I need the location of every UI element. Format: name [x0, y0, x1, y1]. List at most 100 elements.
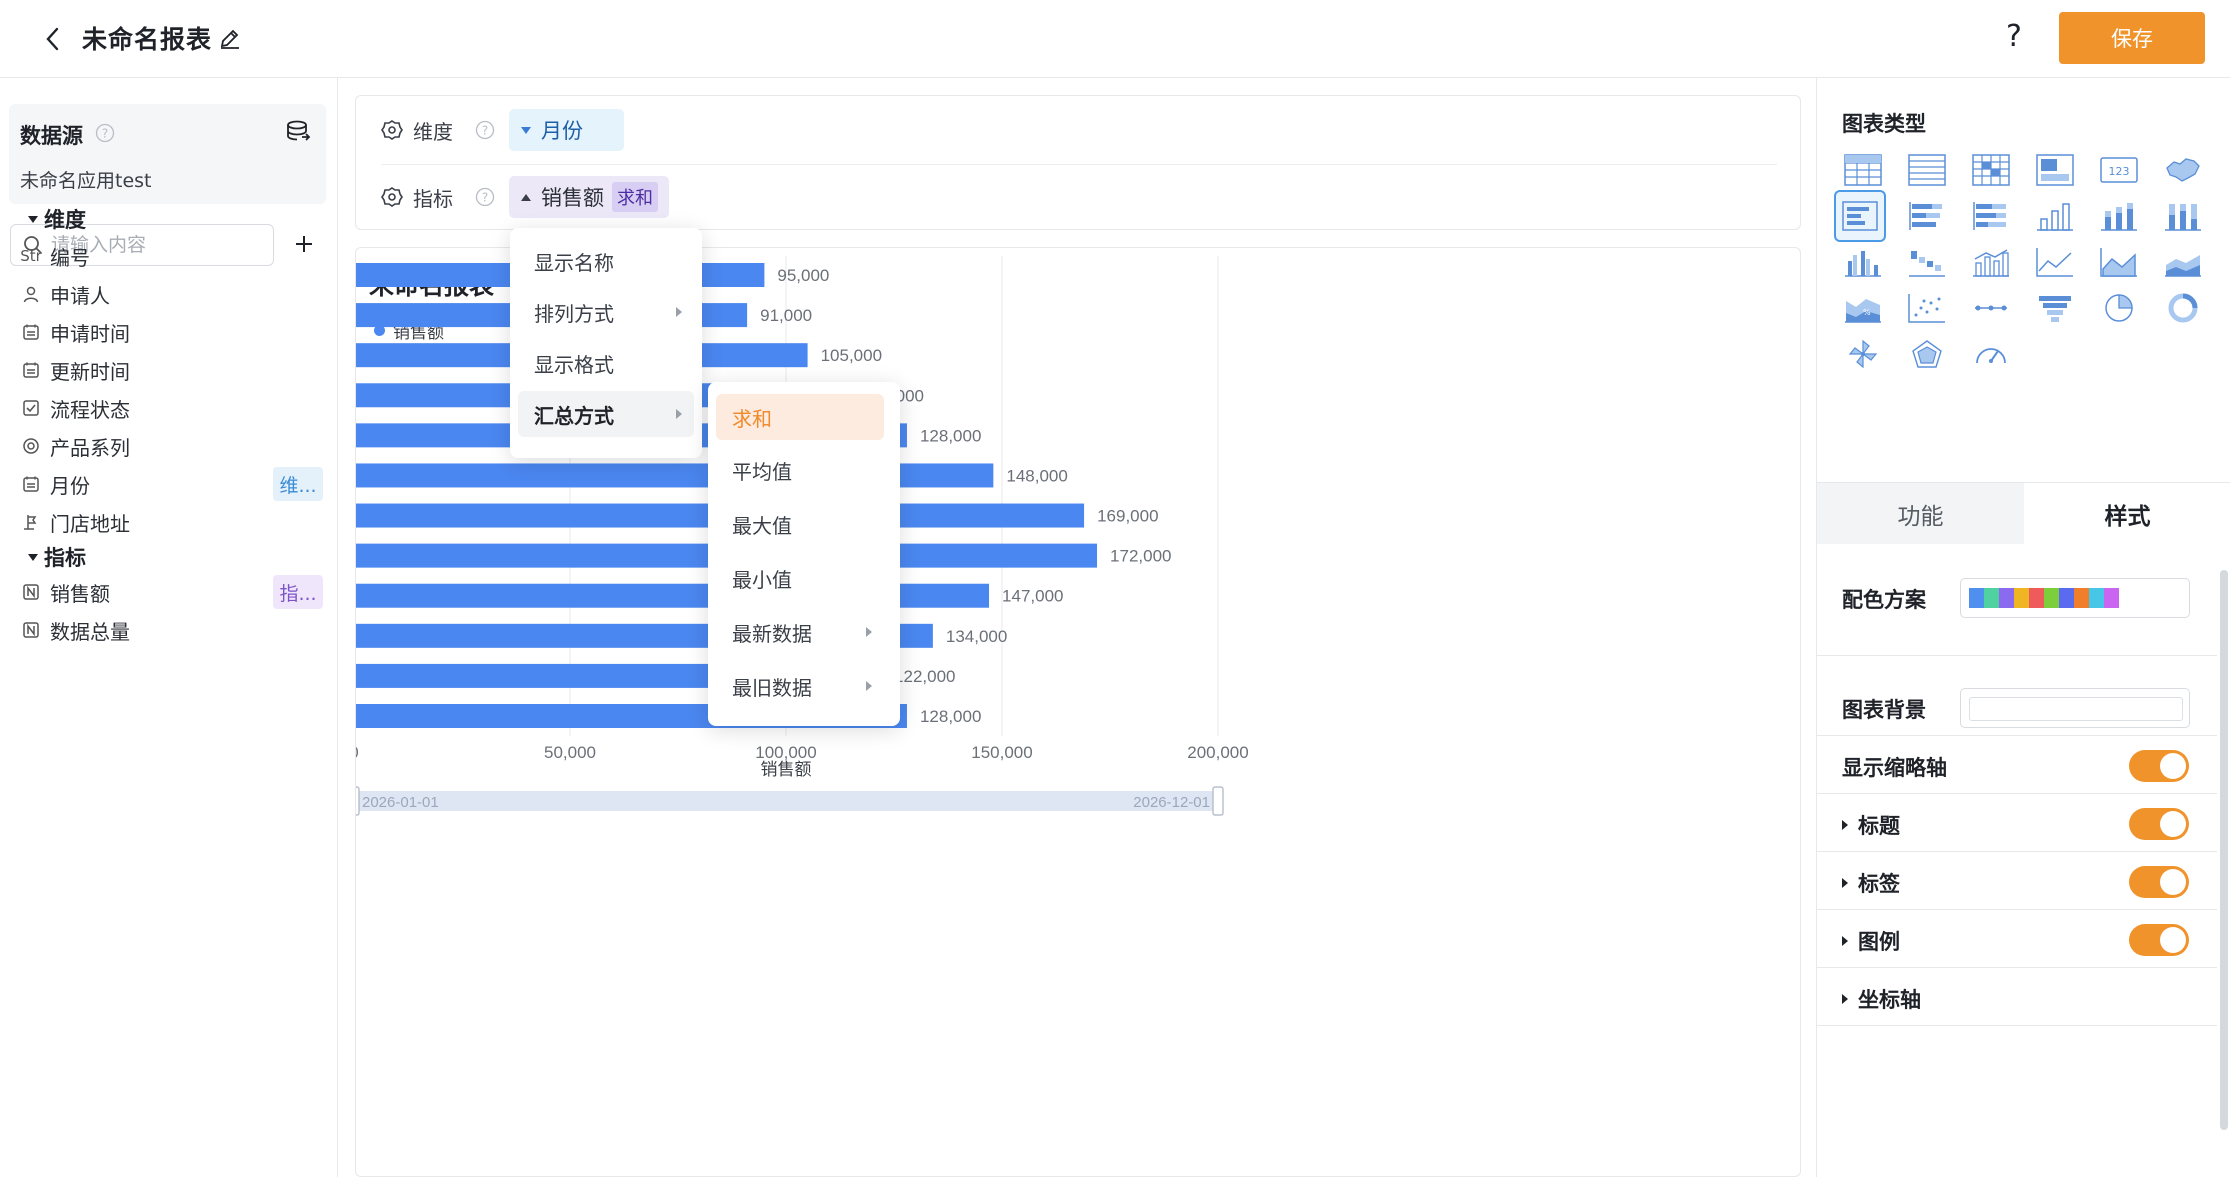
person-icon: [20, 283, 42, 305]
gear-icon: [381, 120, 403, 140]
title-toggle[interactable]: [2129, 808, 2189, 840]
question-circle-icon[interactable]: ?: [95, 123, 115, 143]
metric-used-badge: 指...: [273, 575, 323, 609]
legend-toggle[interactable]: [2129, 924, 2189, 956]
dimension-group-header[interactable]: 维度: [28, 204, 86, 234]
submenu-item-max[interactable]: 最大值: [716, 501, 884, 547]
help-icon[interactable]: ?: [2006, 19, 2022, 54]
tab-style[interactable]: 样式: [2024, 483, 2230, 544]
scatter-chart-icon[interactable]: [1901, 282, 1953, 334]
chevron-right-icon: [676, 307, 682, 317]
field-item-data-count[interactable]: 数据总量: [20, 610, 330, 650]
metric-chip-sales[interactable]: 销售额 求和: [509, 176, 669, 218]
submenu-item-latest[interactable]: 最新数据: [716, 609, 884, 655]
metric-options-menu: 显示名称 排列方式 显示格式 汇总方式: [510, 228, 702, 458]
data-label: 134,000: [946, 627, 1007, 646]
bar-horizontal-icon[interactable]: [1834, 190, 1886, 242]
caret-down-icon: [28, 553, 38, 561]
chart-types-title: 图表类型: [1842, 112, 1926, 136]
card-chart-icon[interactable]: [2029, 144, 2081, 196]
line-chart-icon[interactable]: [2029, 236, 2081, 288]
calendar-icon: [20, 473, 42, 495]
stacked-bar-horizontal-icon[interactable]: [1901, 190, 1953, 242]
background-label: 图表背景: [1842, 698, 1926, 722]
gauge-chart-icon[interactable]: [1965, 328, 2017, 380]
axis-section-header[interactable]: 坐标轴: [1842, 984, 1921, 1014]
zoom-handle-right[interactable]: [1212, 786, 1224, 816]
donut-chart-icon[interactable]: [2157, 282, 2209, 334]
submenu-item-sum[interactable]: 求和: [716, 394, 884, 440]
percent-column-icon[interactable]: [2157, 190, 2209, 242]
label-toggle[interactable]: [2129, 866, 2189, 898]
database-switch-icon[interactable]: [285, 118, 311, 144]
table-chart-icon[interactable]: [1837, 144, 1889, 196]
field-label: 编号: [50, 245, 90, 270]
metric-config-label: 指标: [413, 186, 453, 211]
grouped-column-icon[interactable]: [1837, 236, 1889, 288]
radar-chart-icon[interactable]: [1901, 328, 1953, 380]
data-label: 91,000: [760, 306, 812, 325]
field-label: 月份: [50, 473, 90, 498]
field-item-update-time[interactable]: 更新时间: [20, 350, 330, 390]
field-item-id[interactable]: Str 编号: [20, 236, 330, 276]
percent-bar-horizontal-icon[interactable]: [1965, 190, 2017, 242]
field-item-apply-time[interactable]: 申请时间: [20, 312, 330, 352]
area-chart-icon[interactable]: [2093, 236, 2145, 288]
panel-scrollbar[interactable]: [2220, 570, 2228, 1130]
legend-section-header[interactable]: 图例: [1842, 926, 1900, 956]
x-tick-label: 150,000: [971, 743, 1032, 762]
field-item-applicant[interactable]: 申请人: [20, 274, 330, 314]
menu-item-sort[interactable]: 排列方式: [518, 289, 694, 335]
palette-swatch: [1999, 588, 2014, 608]
menu-item-display-name[interactable]: 显示名称: [518, 238, 694, 284]
label-section-header[interactable]: 标签: [1842, 868, 1900, 898]
title-section-header[interactable]: 标题: [1842, 810, 1900, 840]
number-card-icon[interactable]: 123: [2093, 144, 2145, 196]
calendar-icon: [20, 321, 42, 343]
dot-line-chart-icon[interactable]: [1965, 282, 2017, 334]
tab-function[interactable]: 功能: [1817, 483, 2024, 544]
menu-item-label: 汇总方式: [534, 403, 614, 428]
question-circle-icon[interactable]: ?: [475, 187, 495, 207]
palette-swatch: [2089, 588, 2104, 608]
stacked-area-icon[interactable]: [2157, 236, 2209, 288]
field-item-sales[interactable]: 销售额 指...: [20, 572, 330, 612]
submenu-item-average[interactable]: 平均值: [716, 447, 884, 493]
field-item-product-series[interactable]: 产品系列: [20, 426, 330, 466]
percent-area-icon[interactable]: %: [1837, 282, 1889, 334]
rose-chart-icon[interactable]: [1837, 328, 1889, 380]
chevron-right-icon: [676, 409, 682, 419]
palette-selector[interactable]: [1960, 578, 2190, 618]
submenu-item-min[interactable]: 最小值: [716, 555, 884, 601]
field-item-month[interactable]: 月份 维...: [20, 464, 330, 504]
back-icon[interactable]: [42, 24, 64, 54]
field-item-flow-status[interactable]: 流程状态: [20, 388, 330, 428]
metric-group-header[interactable]: 指标: [28, 542, 86, 572]
column-chart-icon[interactable]: [2029, 190, 2081, 242]
x-tick-label: 200,000: [1187, 743, 1248, 762]
background-color-picker[interactable]: [1960, 688, 2190, 728]
question-circle-icon[interactable]: ?: [475, 120, 495, 140]
funnel-chart-icon[interactable]: [2029, 282, 2081, 334]
pie-chart-icon[interactable]: [2093, 282, 2145, 334]
edit-icon[interactable]: [218, 26, 242, 50]
waterfall-chart-icon[interactable]: [1901, 236, 1953, 288]
palette-swatch: [2044, 588, 2059, 608]
zoom-axis-toggle[interactable]: [2129, 750, 2189, 782]
number-type-icon: [20, 581, 42, 603]
pivot-table-icon[interactable]: [1965, 144, 2017, 196]
submenu-item-earliest[interactable]: 最旧数据: [716, 663, 884, 709]
menu-item-display-format[interactable]: 显示格式: [518, 340, 694, 386]
field-item-store-address[interactable]: 门店地址: [20, 502, 330, 542]
style-panel: 图表类型 123 功能 样式 配色方案 图表背景 显示缩略轴 标题 标签 图例 …: [1816, 78, 2230, 1177]
menu-item-aggregation[interactable]: 汇总方式: [518, 391, 694, 437]
combo-chart-icon[interactable]: [1965, 236, 2017, 288]
svg-text:?: ?: [482, 124, 488, 138]
stacked-column-icon[interactable]: [2093, 190, 2145, 242]
map-chart-icon[interactable]: [2157, 144, 2209, 196]
save-button[interactable]: 保存: [2059, 12, 2205, 64]
dimension-chip-month[interactable]: 月份: [509, 109, 624, 151]
zoom-handle-left[interactable]: [356, 786, 360, 816]
dimension-config-row: 维度 ?: [381, 108, 495, 152]
detail-table-icon[interactable]: [1901, 144, 1953, 196]
